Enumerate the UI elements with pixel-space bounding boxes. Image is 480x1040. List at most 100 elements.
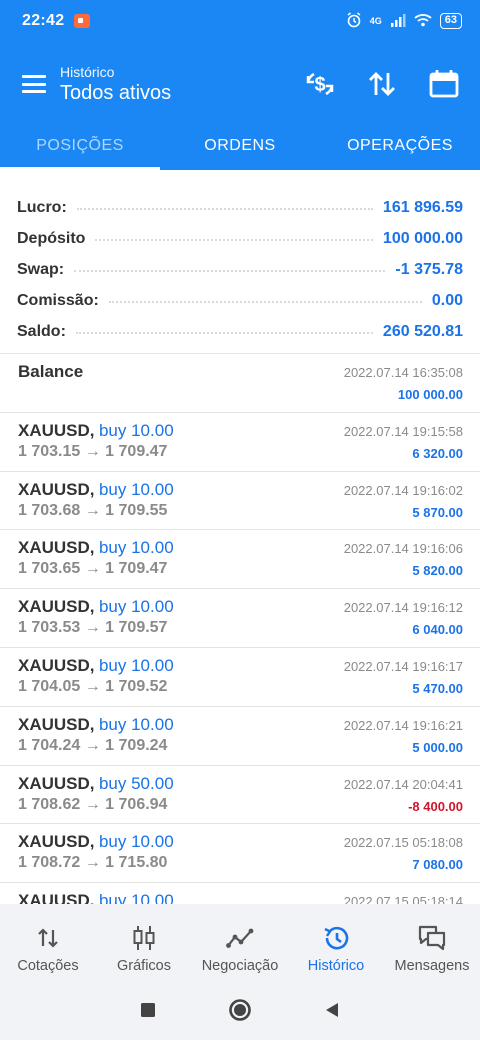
list-item[interactable]: XAUUSD, buy 10.00 1 703.68 → 1 709.55 20… [0,472,480,531]
chat-bubbles-icon [417,924,447,952]
dotted-leader [74,270,386,272]
signal-icon [390,13,406,30]
summary-label: Swap: [17,261,65,278]
wifi-icon [414,13,432,30]
item-prices: 1 703.53 → 1 709.57 [18,619,168,637]
history-list: Balance 2022.07.14 16:35:08 100 000.00 X… [0,354,480,942]
calendar-icon[interactable] [428,68,460,100]
hamburger-menu-icon[interactable] [22,75,46,93]
list-item[interactable]: XAUUSD, buy 50.00 1 708.62 → 1 706.94 20… [0,766,480,825]
dotted-leader [108,301,422,303]
list-item-balance[interactable]: Balance 2022.07.14 16:35:08 100 000.00 [0,354,480,413]
summary-row-profit: Lucro: 161 896.59 [17,186,463,217]
tab-orders[interactable]: ORDENS [160,126,320,170]
item-profit: -8 400.00 [408,798,463,814]
item-direction: buy 10.00 [98,538,174,558]
list-item[interactable]: XAUUSD, buy 10.00 1 708.72 → 1 715.80 20… [0,824,480,884]
item-timestamp: 2022.07.14 19:16:02 [343,482,463,498]
history-clock-icon [322,924,350,952]
item-direction: buy 10.00 [98,597,174,617]
status-bar: 22:42 4G 63 [0,0,480,42]
summary-row-commission: Comissão: 0.00 [17,279,463,310]
item-timestamp: 2022.07.14 20:04:41 [343,776,463,792]
item-prices: 1 704.24 → 1 709.24 [18,736,168,754]
item-profit: 6 040.00 [412,622,463,638]
item-profit: 5 000.00 [412,739,463,755]
trade-line-icon [226,924,254,952]
app-header-area: 22:42 4G 63 Histórico Todos ativos $ POS… [0,0,480,170]
summary-label: Depósito [17,230,86,247]
summary-label: Comissão: [17,292,99,309]
tab-operations[interactable]: OPERAÇÕES [320,126,480,170]
item-prices: 1 703.65 → 1 709.47 [18,560,168,578]
item-symbol: XAUUSD, [18,832,95,852]
status-time: 22:42 [22,12,65,29]
nav-label: Histórico [307,958,365,974]
nav-history[interactable]: Histórico [288,904,384,984]
nav-label: Gráficos [117,958,171,974]
candlestick-chart-icon [132,924,156,952]
home-circle-icon[interactable] [228,998,252,1027]
recents-square-icon[interactable] [140,1002,156,1023]
item-symbol: XAUUSD, [18,597,95,617]
list-item[interactable]: XAUUSD, buy 10.00 1 703.65 → 1 709.47 20… [0,530,480,590]
tab-positions[interactable]: POSIÇÕES [0,126,160,170]
network-label: 4G [369,16,382,26]
summary-value: 100 000.00 [382,230,463,247]
item-timestamp: 2022.07.15 05:18:08 [343,835,463,851]
nav-messages[interactable]: Mensagens [384,904,480,984]
nav-charts[interactable]: Gráficos [96,904,192,984]
summary-row-swap: Swap: -1 375.78 [17,248,463,279]
item-timestamp: 2022.07.14 19:15:58 [343,423,463,439]
summary-value: 260 520.81 [382,323,463,340]
item-profit: 5 870.00 [412,504,463,520]
summary-panel: Lucro: 161 896.59 Depósito 100 000.00 Sw… [0,170,480,354]
item-profit: 7 080.00 [412,857,463,873]
tab-bar: POSIÇÕES ORDENS OPERAÇÕES [0,126,480,170]
summary-row-balance: Saldo: 260 520.81 [17,310,463,341]
dotted-leader [95,239,373,241]
item-profit: 5 820.00 [412,563,463,579]
item-symbol: XAUUSD, [18,655,95,675]
summary-row-deposit: Depósito 100 000.00 [17,217,463,248]
quotes-arrows-icon [36,924,60,952]
dotted-leader [75,332,373,334]
item-profit: 5 470.00 [412,680,463,696]
battery-indicator: 63 [439,13,462,29]
list-item[interactable]: XAUUSD, buy 10.00 1 704.24 → 1 709.24 20… [0,707,480,766]
item-direction: buy 10.00 [98,714,174,734]
item-prices: 1 703.15 → 1 709.47 [18,442,168,460]
nav-trade[interactable]: Negociação [192,904,288,984]
item-symbol: XAUUSD, [18,714,95,734]
item-direction: buy 10.00 [98,832,174,852]
item-timestamp: 2022.07.14 19:16:21 [343,717,463,733]
summary-value: 161 896.59 [382,199,463,216]
app-bar: Histórico Todos ativos $ [0,42,480,126]
item-direction: buy 10.00 [98,479,174,499]
nav-quotes[interactable]: Cotações [0,904,96,984]
item-timestamp: 2022.07.14 16:35:08 [343,365,463,380]
system-navigation-bar [0,984,480,1040]
balance-label: Balance [18,362,84,381]
item-prices: 1 703.68 → 1 709.55 [18,501,168,519]
back-triangle-icon[interactable] [324,1001,340,1024]
bottom-navigation: Cotações Gráficos Negociação Histórico M… [0,904,480,984]
dollar-exchange-icon[interactable]: $ [304,68,336,100]
item-direction: buy 50.00 [98,773,174,793]
nav-label: Mensagens [394,958,470,974]
list-item[interactable]: XAUUSD, buy 10.00 1 703.53 → 1 709.57 20… [0,589,480,648]
header-subtitle: Histórico [60,63,115,80]
sort-arrows-icon[interactable] [366,68,398,100]
list-item[interactable]: XAUUSD, buy 10.00 1 704.05 → 1 709.52 20… [0,648,480,707]
item-amount: 100 000.00 [397,387,463,402]
item-timestamp: 2022.07.14 19:16:06 [343,541,463,557]
item-prices: 1 708.72 → 1 715.80 [18,854,168,872]
list-item[interactable]: XAUUSD, buy 10.00 1 703.15 → 1 709.47 20… [0,413,480,472]
item-direction: buy 10.00 [98,655,174,675]
summary-label: Saldo: [17,323,66,340]
summary-value: -1 375.78 [395,261,463,278]
header-title[interactable]: Todos ativos [60,82,171,105]
alarm-icon [346,11,362,31]
item-symbol: XAUUSD, [18,538,95,558]
nav-label: Negociação [201,958,279,974]
